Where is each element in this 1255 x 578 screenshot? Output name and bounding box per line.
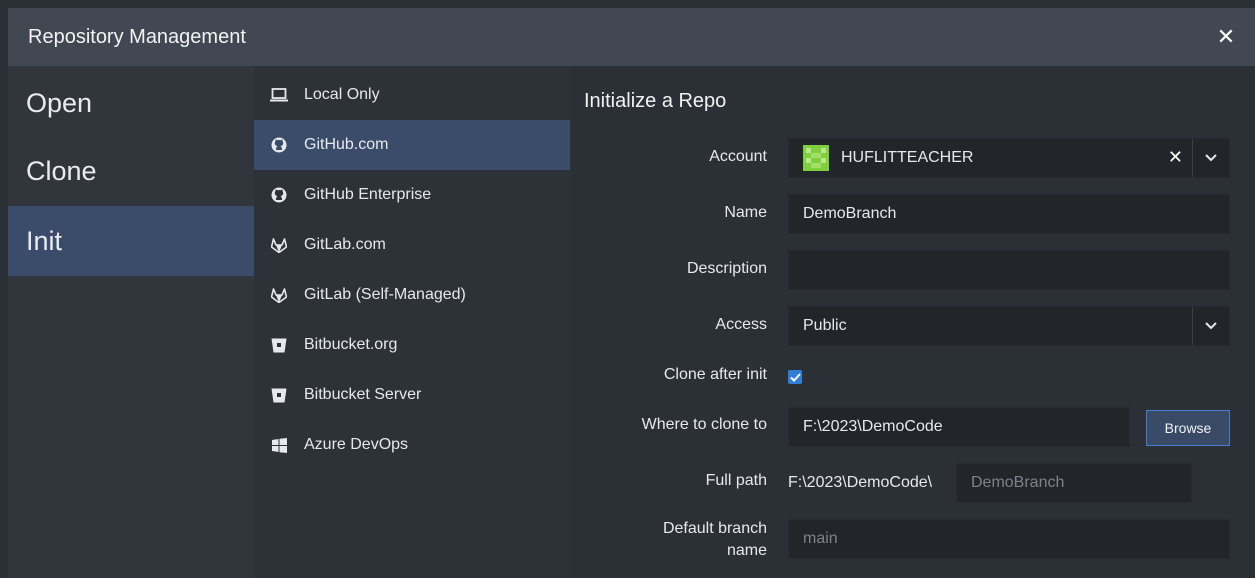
name-input[interactable]: DemoBranch (788, 194, 1230, 234)
full-path-prefix: F:\2023\DemoCode\ (788, 474, 933, 491)
browse-button[interactable]: Browse (1146, 410, 1230, 446)
provider-github-com[interactable]: GitHub.com (254, 120, 570, 170)
github-icon (270, 186, 288, 204)
default-branch-input[interactable]: main (788, 519, 1230, 559)
provider-github-enterprise[interactable]: GitHub Enterprise (254, 170, 570, 220)
chevron-down-icon[interactable] (1192, 139, 1229, 177)
provider-gitlab-com[interactable]: GitLab.com (254, 220, 570, 270)
nav-item-open[interactable]: Open (8, 70, 254, 136)
chevron-down-icon[interactable] (1192, 307, 1229, 345)
repository-management-dialog: Repository Management ✕ Open Clone Init … (0, 0, 1255, 578)
description-label: Description (686, 260, 767, 277)
provider-list: Local Only GitHub.com GitHub Enterprise … (254, 66, 570, 578)
default-branch-label: Default branch name (663, 518, 767, 562)
name-label: Name (724, 204, 767, 221)
init-repo-form: Initialize a Repo Account HUFLITTEACHER … (570, 66, 1255, 578)
clear-account-icon[interactable]: ✕ (1168, 147, 1183, 168)
access-value: Public (803, 317, 847, 334)
clone-path-input[interactable]: F:\2023\DemoCode (788, 407, 1130, 447)
bitbucket-icon (270, 386, 288, 404)
provider-label: Bitbucket.org (304, 336, 398, 353)
nav-item-label: Init (26, 225, 63, 256)
provider-bitbucket-org[interactable]: Bitbucket.org (254, 320, 570, 370)
where-to-clone-label: Where to clone to (641, 416, 767, 433)
account-name: HUFLITTEACHER (841, 149, 974, 166)
provider-gitlab-self-managed[interactable]: GitLab (Self-Managed) (254, 270, 570, 320)
full-path-label: Full path (705, 472, 767, 489)
gitlab-icon (270, 286, 288, 304)
provider-label: GitHub Enterprise (304, 186, 432, 203)
provider-label: GitLab.com (304, 236, 386, 253)
nav-item-label: Clone (26, 155, 97, 186)
clone-after-init-label: Clone after init (663, 366, 767, 383)
form-heading: Initialize a Repo (584, 90, 727, 112)
provider-label: GitLab (Self-Managed) (304, 286, 466, 303)
github-icon (270, 136, 288, 154)
provider-bitbucket-server[interactable]: Bitbucket Server (254, 370, 570, 420)
account-avatar (803, 145, 829, 171)
clone-after-init-checkbox[interactable] (788, 370, 802, 384)
nav-item-clone[interactable]: Clone (8, 138, 254, 204)
nav-item-init[interactable]: Init (8, 206, 254, 276)
title-bar: Repository Management ✕ (8, 8, 1255, 66)
default-branch-label-line1: Default branch (662, 520, 767, 537)
windows-icon (270, 436, 288, 454)
full-path-name-input[interactable]: DemoBranch (956, 463, 1192, 503)
close-icon[interactable]: ✕ (1209, 20, 1243, 54)
description-input[interactable] (788, 250, 1230, 290)
access-label: Access (715, 316, 767, 333)
left-nav: Open Clone Init (8, 66, 254, 578)
access-select[interactable]: Public (788, 306, 1230, 346)
provider-label: Azure DevOps (304, 436, 409, 453)
provider-label: GitHub.com (304, 136, 389, 153)
provider-azure-devops[interactable]: Azure DevOps (254, 420, 570, 470)
default-branch-label-line2: name (726, 542, 767, 559)
provider-label: Local Only (304, 86, 380, 103)
account-select[interactable]: HUFLITTEACHER ✕ (788, 138, 1230, 178)
provider-local-only[interactable]: Local Only (254, 70, 570, 120)
bitbucket-icon (270, 336, 288, 354)
provider-label: Bitbucket Server (304, 386, 422, 403)
account-label: Account (709, 148, 767, 165)
nav-item-label: Open (26, 87, 93, 118)
window-title: Repository Management (28, 26, 246, 48)
gitlab-icon (270, 236, 288, 254)
laptop-icon (270, 86, 288, 104)
